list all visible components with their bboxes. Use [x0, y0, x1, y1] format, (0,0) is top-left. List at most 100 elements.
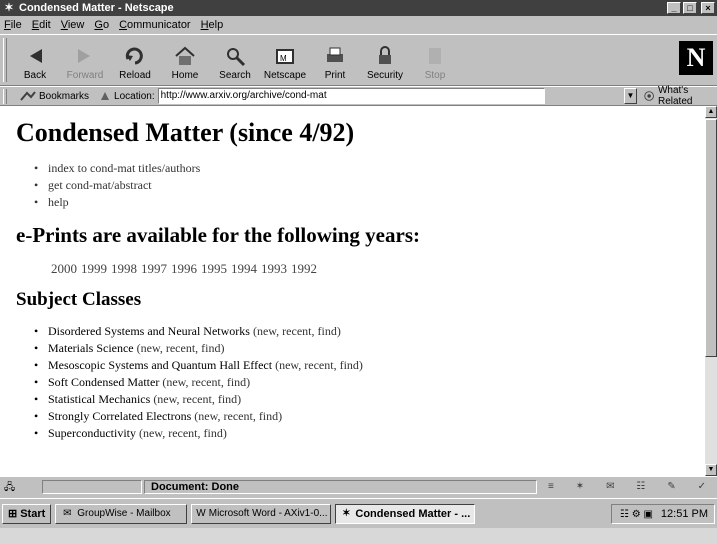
subject-class-item: Materials Science (new, recent, find) — [34, 340, 705, 357]
location-grip[interactable] — [3, 89, 7, 104]
back-button[interactable]: Back — [10, 37, 60, 85]
subject-name: Mesoscopic Systems and Quantum Hall Effe… — [48, 358, 273, 372]
close-button[interactable]: × — [701, 2, 715, 14]
reload-button[interactable]: Reload — [110, 37, 160, 85]
toolbar-button-label: Back — [23, 70, 47, 81]
top-links-list: index to cond-mat titles/authorsget cond… — [34, 160, 705, 211]
netscape-icon: M — [276, 49, 294, 64]
tray-icons[interactable]: ☷ ⚙ ▣ — [620, 509, 653, 520]
year-link[interactable]: 1994 — [231, 261, 257, 276]
search-button[interactable]: Search — [210, 37, 260, 85]
menu-help[interactable]: Help — [201, 19, 224, 31]
toolbar-grip[interactable] — [3, 38, 7, 82]
netscape-button[interactable]: M Netscape — [260, 37, 310, 85]
location-label-wrap: Location: — [99, 90, 155, 102]
subject-classes-list: Disordered Systems and Neural Networks (… — [34, 323, 705, 442]
component-bar: ≡ ✶ ✉ ☷ ✎ ✓ — [537, 480, 717, 494]
title-bar[interactable]: ✶ Condensed Matter - Netscape _ □ × — [0, 0, 717, 16]
subject-class-item: Soft Condensed Matter (new, recent, find… — [34, 374, 705, 391]
subject-links[interactable]: (new, recent, find) — [162, 375, 250, 389]
page-content: Condensed Matter (since 4/92) index to c… — [0, 106, 705, 476]
menu-accelerator: E — [31, 19, 40, 31]
connection-icon: 🖧─◆─ — [4, 481, 29, 510]
netscape-icon: ✶ — [342, 507, 351, 519]
toolbar-button-label: Print — [324, 70, 346, 81]
url-dropdown-button[interactable]: ▼ — [624, 88, 637, 104]
menu-label: ommunicator — [127, 19, 191, 31]
forward-arrow-icon — [78, 49, 90, 63]
menu-bar: File Edit View Go Communicator Help — [0, 16, 717, 34]
start-button[interactable]: ⊞ Start — [2, 503, 52, 524]
url-input[interactable]: http://www.arxiv.org/archive/cond-mat — [157, 88, 546, 104]
subject-links[interactable]: (new, recent, find) — [137, 341, 225, 355]
home-button[interactable]: Home — [160, 37, 210, 85]
toolbar-button-label: Security — [366, 70, 404, 81]
scroll-thumb[interactable] — [705, 119, 717, 357]
taskbar-button[interactable]: ✉ GroupWise - Mailbox — [55, 503, 188, 524]
year-link[interactable]: 1992 — [291, 261, 317, 276]
subject-links[interactable]: (new, recent, find) — [275, 358, 363, 372]
whats-related-label: What's Related — [657, 85, 693, 107]
composer-icon[interactable]: ✎ — [667, 481, 675, 492]
location-label: Location: — [114, 90, 155, 102]
menu-label: iew — [67, 19, 85, 31]
forward-button[interactable]: Forward — [60, 37, 110, 85]
taskbar-button[interactable]: W Microsoft Word - AXiv1-0... — [191, 503, 332, 524]
vertical-scrollbar[interactable]: ▲ ▼ — [705, 106, 717, 476]
navigation-toolbar: Back Forward Reload Home Search M Netscape Prin… — [0, 34, 717, 86]
year-link[interactable]: 1997 — [141, 261, 167, 276]
subject-class-item: Strongly Correlated Electrons (new, rece… — [34, 408, 705, 425]
whats-related-icon — [644, 91, 654, 101]
year-link[interactable]: 1999 — [81, 261, 107, 276]
top-link-item[interactable]: help — [34, 194, 705, 211]
subject-name: Disordered Systems and Neural Networks — [48, 324, 250, 338]
toolbar-button-label: Reload — [119, 70, 151, 81]
year-link[interactable]: 2000 — [51, 261, 77, 276]
subject-links[interactable]: (new, recent, find) — [194, 409, 282, 423]
menu-go[interactable]: Go — [94, 19, 109, 31]
menu-edit[interactable]: Edit — [32, 19, 51, 31]
taskbar-button[interactable]: ✶ Condensed Matter - ... — [335, 503, 476, 524]
subject-links[interactable]: (new, recent, find) — [139, 426, 227, 440]
security-button[interactable]: Security — [360, 37, 410, 85]
menu-file[interactable]: File — [4, 19, 22, 31]
signed-icon[interactable]: ✓ — [698, 481, 706, 492]
mail-icon[interactable]: ✉ — [606, 481, 614, 492]
menu-accelerator: V — [60, 19, 68, 31]
year-link[interactable]: 1996 — [171, 261, 197, 276]
subject-links[interactable]: (new, recent, find) — [253, 324, 341, 338]
navigator-icon[interactable]: ✶ — [576, 481, 584, 492]
year-link[interactable]: 1995 — [201, 261, 227, 276]
whats-related-button[interactable]: What's Related — [643, 85, 717, 107]
reload-icon — [125, 47, 143, 65]
menu-accelerator: C — [119, 19, 128, 31]
clock[interactable]: 12:51 PM — [661, 508, 708, 520]
year-link[interactable]: 1993 — [261, 261, 287, 276]
menu-label: dit — [39, 19, 51, 31]
stop-button[interactable]: Stop — [410, 37, 460, 85]
menu-view[interactable]: View — [61, 19, 85, 31]
year-link[interactable]: 1998 — [111, 261, 137, 276]
back-arrow-icon — [30, 49, 42, 63]
netscape-logo[interactable]: N — [679, 41, 713, 75]
menu-communicator[interactable]: Communicator — [119, 19, 191, 31]
netscape-app-icon: ✶ — [4, 2, 14, 14]
toolbar-button-label: Stop — [424, 70, 446, 81]
toolbar-button-label: Search — [219, 70, 251, 81]
component-bar-grip-icon[interactable]: ≡ — [548, 481, 554, 492]
top-link-item[interactable]: index to cond-mat titles/authors — [34, 160, 705, 177]
subject-name: Strongly Correlated Electrons — [48, 409, 192, 423]
discussion-icon[interactable]: ☷ — [636, 481, 645, 492]
bookmarks-button[interactable]: Bookmarks — [20, 90, 89, 102]
search-icon — [227, 48, 246, 67]
scroll-up-button[interactable]: ▲ — [705, 106, 717, 118]
stop-icon — [429, 48, 441, 64]
location-icon — [101, 92, 110, 100]
top-link-item[interactable]: get cond-mat/abstract — [34, 177, 705, 194]
menu-label: ile — [10, 19, 22, 31]
scroll-down-button[interactable]: ▼ — [705, 464, 717, 476]
minimize-button[interactable]: _ — [667, 2, 681, 14]
print-button[interactable]: Print — [310, 37, 360, 85]
maximize-button[interactable]: □ — [683, 2, 697, 14]
subject-links[interactable]: (new, recent, find) — [153, 392, 241, 406]
